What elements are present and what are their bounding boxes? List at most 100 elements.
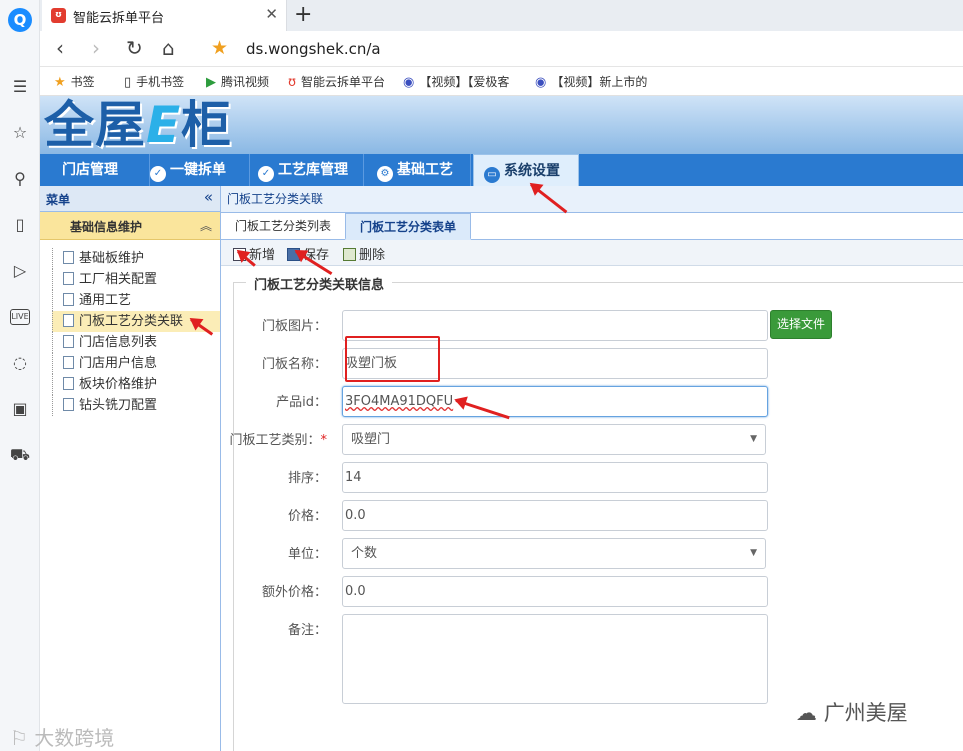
sort-label: 排序： [287, 471, 327, 486]
unit-select[interactable]: 个数 ▼ [342, 538, 766, 569]
reload-icon[interactable]: ↻ [126, 36, 143, 60]
book-icon[interactable]: ▯ [9, 214, 31, 236]
watermark-logo-icon: ⚐ [10, 726, 35, 750]
check-icon: ✓ [150, 166, 166, 182]
menu-item[interactable]: 门店用户信息 [52, 353, 220, 374]
monitor-icon: ▭ [484, 167, 500, 183]
close-icon[interactable]: ✕ [265, 5, 278, 23]
gear-icon: ⚙ [377, 166, 393, 182]
live-icon[interactable]: LIVE [10, 309, 30, 325]
browser-sidebar: Q ☰ ☆ ⚲ ▯ ▷ LIVE ◌ ▣ ⛟ [0, 0, 40, 751]
choose-file-button[interactable]: 选择文件 [770, 310, 832, 339]
unit-label: 单位： [287, 547, 327, 562]
trash-icon [343, 248, 356, 261]
document-icon [63, 314, 74, 327]
translate-icon[interactable]: ▣ [9, 398, 31, 420]
document-icon [63, 272, 74, 285]
bookmark-item[interactable]: ◉ 【视频】新上市的 [535, 73, 647, 90]
tencent-video-icon: ▶ [206, 75, 216, 90]
content-tabs: 门板工艺分类列表 门板工艺分类表单 [221, 213, 963, 240]
bookmark-item[interactable]: ▯ 手机书签 [124, 73, 184, 90]
extra-price-label: 额外价格： [261, 585, 327, 600]
tab-list[interactable]: 门板工艺分类列表 [221, 213, 347, 240]
annotation-highlight-box [345, 336, 440, 382]
product-id-field[interactable]: 3FO4MA91DQFU [342, 386, 768, 417]
extra-price-field[interactable]: 0.0 [342, 576, 768, 607]
new-tab-icon[interactable]: + [294, 2, 312, 27]
tab-form[interactable]: 门板工艺分类表单 [345, 213, 472, 240]
sort-field[interactable]: 14 [342, 462, 768, 493]
remark-textarea[interactable] [342, 614, 768, 704]
document-icon [63, 377, 74, 390]
forward-icon[interactable]: › [92, 36, 100, 60]
address-bar: ‹ › ↻ ⌂ ★ ds.wongshek.cn/a [40, 31, 963, 67]
browser-logo-icon[interactable]: Q [8, 8, 32, 32]
menu-item[interactable]: 板块价格维护 [52, 374, 220, 395]
menu-header: 菜单 « [40, 186, 220, 212]
reader-icon[interactable]: ☰ [9, 76, 31, 98]
category-label: 门板工艺类别：* [229, 433, 327, 448]
menu-item[interactable]: 工厂相关配置 [52, 269, 220, 290]
dropdown-arrow-icon: ▼ [750, 434, 757, 444]
yunchai-icon: ʊ [51, 8, 66, 23]
menu-item[interactable]: 门店信息列表 [52, 332, 220, 353]
bookmark-item[interactable]: ◉ 【视频】【爱极客 [403, 73, 509, 90]
price-field[interactable]: 0.0 [342, 500, 768, 531]
price-label: 价格： [287, 509, 327, 524]
menu-tree: 基础板维护 工厂相关配置 通用工艺 门板工艺分类关联 门店信息列表 门店用户信息… [52, 248, 220, 416]
delete-button[interactable]: 删除 [343, 244, 385, 263]
search-icon[interactable]: ⚲ [9, 168, 31, 190]
back-icon[interactable]: ‹ [56, 36, 64, 60]
browser-tab-bar: ʊ 智能云拆单平台 ✕ + [40, 0, 963, 31]
collapse-icon[interactable]: « [204, 188, 213, 206]
menu-item[interactable]: 通用工艺 [52, 290, 220, 311]
form-legend: 门板工艺分类关联信息 [246, 274, 393, 293]
bookmark-star-icon[interactable]: ★ [211, 37, 228, 59]
remark-label: 备注： [287, 623, 327, 638]
name-label: 门板名称： [261, 357, 327, 372]
app-header: 全屋E柜 [40, 96, 963, 154]
section-collapse-icon[interactable]: ︽ [200, 217, 212, 234]
left-menu-panel: 菜单 « 基础信息维护 ︽ 基础板维护 工厂相关配置 通用工艺 门板工艺分类关联… [40, 186, 221, 751]
nav-process-library[interactable]: ✓ 工艺库管理 [248, 154, 364, 186]
browser-tab[interactable]: ʊ 智能云拆单平台 ✕ [42, 0, 287, 31]
category-select[interactable]: 吸塑门 ▼ [342, 424, 766, 455]
document-icon [63, 398, 74, 411]
nav-system-settings[interactable]: ▭ 系统设置 [473, 154, 579, 186]
home-icon[interactable]: ⌂ [162, 36, 175, 60]
video-icon[interactable]: ▷ [9, 260, 31, 282]
phone-icon: ▯ [124, 75, 132, 90]
cart-icon[interactable]: ⛟ [9, 444, 31, 466]
image-label: 门板图片： [261, 319, 327, 334]
nav-store-management[interactable]: 门店管理 [52, 154, 150, 186]
url-field[interactable]: ds.wongshek.cn/a [246, 40, 381, 58]
menu-item[interactable]: 钻头铣刀配置 [52, 395, 220, 416]
bookmark-item[interactable]: ʊ 智能云拆单平台 [288, 73, 385, 90]
favorites-icon[interactable]: ☆ [9, 122, 31, 144]
product-id-label: 产品id： [276, 395, 327, 410]
wechat-icon: ☁ [796, 701, 824, 725]
bookmark-item[interactable]: ★ 书签 [54, 73, 95, 90]
document-icon [63, 335, 74, 348]
menu-title: 菜单 [46, 193, 71, 207]
chat-icon[interactable]: ◌ [9, 352, 31, 374]
main-nav: 门店管理 ✓ 一键拆单 ✓ 工艺库管理 ⚙ 基础工艺 ▭ 系统设置 [40, 154, 963, 186]
menu-section-header[interactable]: 基础信息维护 ︽ [40, 212, 220, 240]
bookmark-item[interactable]: ▶ 腾讯视频 [206, 73, 269, 90]
dropdown-arrow-icon: ▼ [750, 548, 757, 558]
video-icon: ◉ [403, 75, 415, 90]
menu-section-title: 基础信息维护 [70, 220, 143, 234]
nav-one-click-split[interactable]: ✓ 一键拆单 [140, 154, 250, 186]
document-icon [63, 356, 74, 369]
bookmarks-bar: ★ 书签 ▯ 手机书签 ▶ 腾讯视频 ʊ 智能云拆单平台 ◉ 【视频】【爱极客 ◉ 【视频】… [40, 67, 963, 96]
document-icon [63, 293, 74, 306]
star-icon: ★ [54, 75, 66, 90]
video-icon: ◉ [535, 75, 547, 90]
yunchai-icon: ʊ [288, 75, 297, 90]
breadcrumb: 门板工艺分类关联 [221, 186, 963, 213]
menu-item[interactable]: 基础板维护 [52, 248, 220, 269]
form-toolbar: 新增 保存 删除 [221, 240, 963, 266]
content-area: 门板工艺分类关联 门板工艺分类列表 门板工艺分类表单 新增 保存 删除 门板工艺… [221, 186, 963, 751]
nav-basic-process[interactable]: ⚙ 基础工艺 [367, 154, 471, 186]
watermark-right: ☁ 广州美屋 [796, 701, 908, 725]
